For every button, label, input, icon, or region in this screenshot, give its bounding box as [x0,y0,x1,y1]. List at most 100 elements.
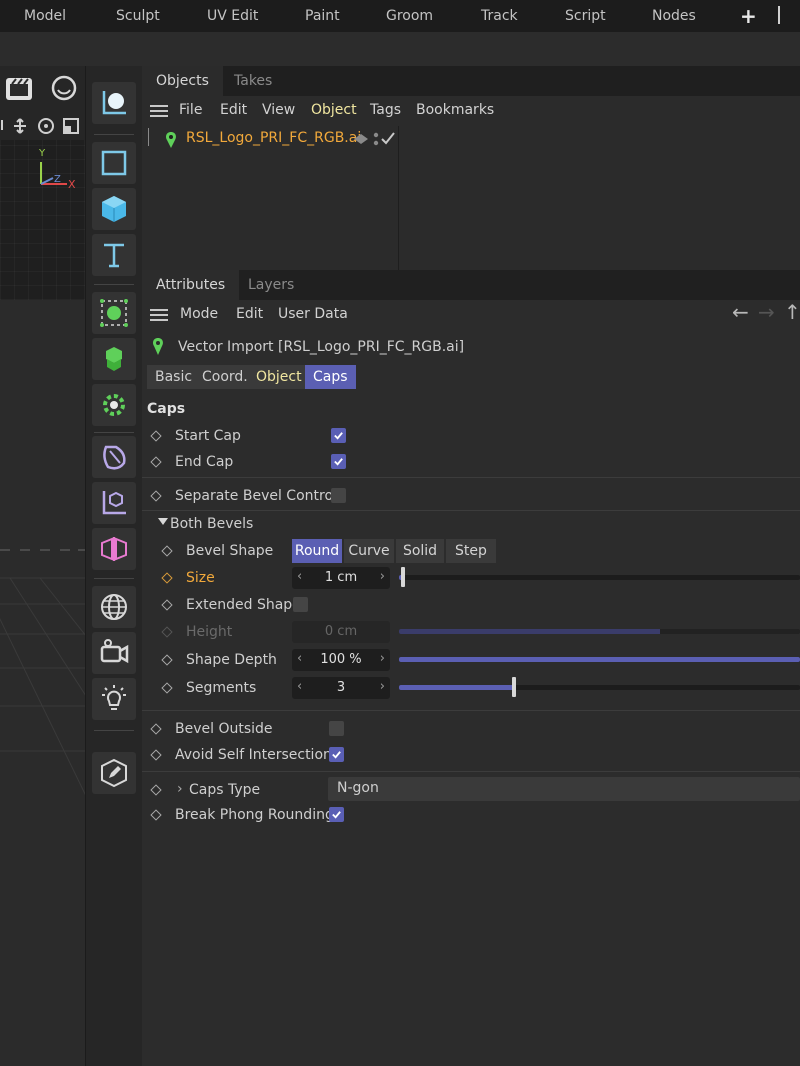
tab-objects[interactable]: Objects [142,66,223,96]
start-cap-checkbox[interactable] [331,428,346,443]
tool-edit[interactable] [92,752,136,794]
menu-script[interactable]: Script [565,8,606,24]
size-field[interactable]: ‹ 1 cm › [292,567,390,589]
menu-mode[interactable]: Mode [180,306,218,322]
tool-cloner[interactable] [92,292,136,334]
segments-field[interactable]: ‹ 3 › [292,677,390,699]
separator [142,477,800,478]
forward-arrow-icon[interactable]: → [758,300,775,324]
hamburger-icon[interactable] [150,309,168,321]
viewport[interactable]: Y Z X [0,66,86,1066]
keyframe-diamond-icon[interactable] [150,723,162,735]
menu-nodes[interactable]: Nodes [652,8,696,24]
menu-groom[interactable]: Groom [386,8,433,24]
sub-tab-caps[interactable]: Caps [305,365,356,389]
keyframe-diamond-icon[interactable] [150,456,162,468]
menu-object[interactable]: Object [311,102,357,118]
bevel-outside-label: Bevel Outside [175,721,273,737]
menu-file[interactable]: File [179,102,202,118]
bevel-curve-button[interactable]: Curve [344,539,394,563]
menu-tags[interactable]: Tags [370,102,401,118]
tool-fracture[interactable] [92,338,136,380]
menu-sculpt[interactable]: Sculpt [116,8,160,24]
size-slider-knob[interactable] [401,567,405,587]
increment-arrow-icon[interactable]: › [380,651,385,666]
back-arrow-icon[interactable]: ← [732,300,749,324]
viewport-grid-area[interactable]: Y Z X [0,140,85,300]
keyframe-diamond-icon[interactable] [161,654,173,666]
tool-environment[interactable] [92,586,136,628]
keyframe-diamond-icon[interactable] [150,430,162,442]
bevel-outside-checkbox[interactable] [329,721,344,736]
object-list[interactable]: RSL_Logo_PRI_FC_RGB.ai [142,126,800,270]
collapse-triangle-icon[interactable] [158,518,168,525]
both-bevels-group[interactable]: Both Bevels [170,516,253,532]
separate-bevel-checkbox[interactable] [331,488,346,503]
caps-type-dropdown[interactable]: N-gon [328,777,800,801]
sub-tab-coord[interactable]: Coord. [194,365,256,389]
tool-move[interactable] [92,82,136,124]
keyframe-diamond-icon[interactable] [150,809,162,821]
menu-user-data[interactable]: User Data [278,306,348,322]
size-slider[interactable] [399,575,800,580]
increment-arrow-icon[interactable]: › [380,679,385,694]
effector-icon [103,394,125,416]
object-name[interactable]: RSL_Logo_PRI_FC_RGB.ai [186,130,361,146]
tool-camera[interactable] [92,632,136,674]
tool-effector[interactable] [92,384,136,426]
shape-depth-field[interactable]: ‹ 100 % › [292,649,390,671]
sub-tab-basic[interactable]: Basic [147,365,201,389]
tool-deformer[interactable] [92,436,136,478]
keyframe-diamond-icon[interactable] [161,545,173,557]
expand-chevron-icon[interactable]: › [177,781,183,797]
bevel-round-button[interactable]: Round [292,539,342,563]
segments-slider-knob[interactable] [512,677,516,697]
menu-edit[interactable]: Edit [220,102,247,118]
avoid-self-checkbox[interactable] [329,747,344,762]
tool-symmetry[interactable] [92,528,136,570]
menu-track[interactable]: Track [481,8,518,24]
height-label: Height [186,624,233,640]
menu-bookmarks[interactable]: Bookmarks [416,102,494,118]
keyframe-diamond-icon[interactable] [161,682,173,694]
attributes-menu-bar: Mode Edit User Data ← → ↑ [142,300,800,330]
keyframe-diamond-icon[interactable] [161,572,173,584]
tool-null[interactable] [92,482,136,524]
segments-slider[interactable] [399,685,800,690]
clapperboard-icon[interactable] [4,76,34,102]
keyframe-diamond-icon[interactable] [150,784,162,796]
render-sphere-icon[interactable] [50,74,78,102]
keyframe-diamond-icon[interactable] [150,490,162,502]
segments-value: 3 [336,680,346,695]
separator [142,510,800,511]
menu-paint[interactable]: Paint [305,8,340,24]
tool-light[interactable] [92,678,136,720]
menu-edit[interactable]: Edit [236,306,263,322]
keyframe-diamond-icon[interactable] [150,749,162,761]
object-row[interactable]: RSL_Logo_PRI_FC_RGB.ai [148,128,398,150]
keyframe-diamond-icon[interactable] [161,599,173,611]
tool-rectangle[interactable] [92,142,136,184]
tab-layers[interactable]: Layers [234,270,308,300]
toolbar-divider [94,730,134,731]
extended-shape-checkbox[interactable] [293,597,308,612]
end-cap-checkbox[interactable] [331,454,346,469]
bevel-solid-button[interactable]: Solid [396,539,444,563]
bevel-step-button[interactable]: Step [446,539,496,563]
tab-takes[interactable]: Takes [220,66,286,96]
menu-model[interactable]: Model [24,8,66,24]
hamburger-icon[interactable] [150,105,168,117]
viewport-nav-icons[interactable] [0,116,86,136]
up-arrow-icon[interactable]: ↑ [784,300,800,324]
menu-view[interactable]: View [262,102,295,118]
shape-depth-slider[interactable] [399,657,800,662]
tool-cube[interactable] [92,188,136,230]
visibility-dots-icon[interactable] [352,131,398,147]
sub-tab-object[interactable]: Object [248,365,310,389]
tool-text[interactable] [92,234,136,276]
increment-arrow-icon[interactable]: › [380,569,385,584]
break-phong-checkbox[interactable] [329,807,344,822]
menu-uv-edit[interactable]: UV Edit [207,8,258,24]
tab-attributes[interactable]: Attributes [142,270,240,300]
add-layout-button[interactable]: + [740,4,757,28]
